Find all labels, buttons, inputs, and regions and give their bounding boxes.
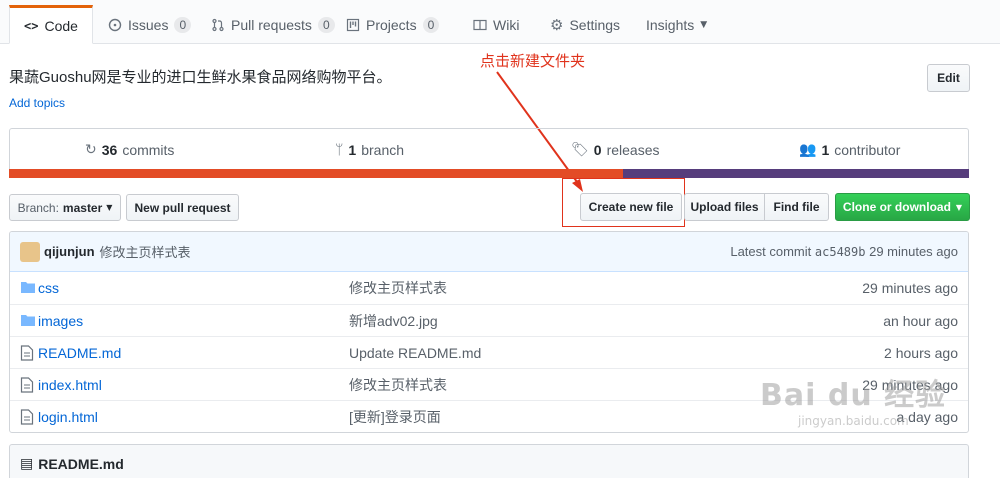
commit-author[interactable]: qijunjun	[44, 244, 95, 259]
file-icon	[20, 409, 34, 428]
branches-link[interactable]: ᛘ 1 branch	[335, 142, 404, 158]
tab-pull-requests[interactable]: Pull requests 0	[207, 6, 339, 44]
caret-down-icon: ▼	[955, 202, 963, 212]
file-commit-message[interactable]: [更新]登录页面	[349, 407, 441, 427]
tab-pull-requests-label: Pull requests	[231, 17, 312, 33]
branch-select-button[interactable]: Branch: master ▼	[9, 194, 121, 221]
latest-commit-info: Latest commit ac5489b 29 minutes ago	[730, 244, 958, 259]
file-commit-message[interactable]: 修改主页样式表	[349, 278, 447, 298]
branch-count: 1	[348, 142, 357, 158]
file-name[interactable]: css	[38, 280, 59, 296]
releases-count: 0	[593, 142, 602, 158]
commit-sha[interactable]: ac5489b	[815, 245, 866, 259]
commit-message[interactable]: 修改主页样式表	[100, 242, 191, 261]
tab-insights[interactable]: Insights ▼	[642, 6, 711, 44]
pr-icon	[212, 18, 224, 32]
releases-label: releases	[606, 142, 660, 158]
branch-icon: ᛘ	[335, 142, 344, 158]
latest-commit-label: Latest commit	[730, 244, 812, 259]
branch-select-name: master	[62, 200, 103, 215]
add-topics-link[interactable]: Add topics	[9, 96, 65, 110]
tab-code[interactable]: <> Code	[9, 5, 93, 44]
branch-select-prefix: Branch:	[17, 200, 59, 215]
commits-count: 36	[101, 142, 118, 158]
repo-description: 果蔬Guoshu网是专业的进口生鲜水果食品网络购物平台。	[9, 69, 392, 86]
contributors-link[interactable]: 👥 1 contributor	[799, 142, 900, 158]
clone-or-download-label: Clone or download	[842, 200, 951, 214]
tab-settings[interactable]: ⚙ Settings	[546, 6, 624, 44]
file-name[interactable]: index.html	[38, 377, 102, 393]
branch-label: branch	[361, 142, 405, 158]
latest-commit-bar: qijunjun 修改主页样式表 Latest commit ac5489b 2…	[10, 232, 968, 272]
history-icon: ↻	[85, 142, 97, 158]
create-new-file-button[interactable]: Create new file	[580, 193, 682, 221]
book-icon	[473, 19, 487, 31]
tab-projects[interactable]: Projects 0	[342, 6, 443, 44]
commits-label: commits	[122, 142, 175, 158]
people-icon: 👥	[799, 142, 817, 158]
readme-title[interactable]: README.md	[38, 456, 124, 472]
find-file-button[interactable]: Find file	[764, 193, 829, 221]
annotation-text: 点击新建文件夹	[480, 52, 586, 70]
contributor-count: 1	[821, 142, 830, 158]
tab-issues-label: Issues	[128, 17, 169, 33]
tag-icon: 🏷	[571, 142, 589, 158]
file-icon	[20, 345, 34, 364]
contributor-label: contributor	[834, 142, 901, 158]
commit-age: 29 minutes ago	[869, 244, 958, 259]
chevron-down-icon: ▼	[700, 20, 708, 30]
issues-counter: 0	[174, 17, 192, 33]
file-name[interactable]: images	[38, 313, 83, 329]
folder-icon	[20, 313, 36, 330]
file-icon	[20, 377, 34, 396]
readme-header: ▤ README.md	[9, 444, 969, 478]
table-row[interactable]: images 新增adv02.jpg an hour ago	[10, 304, 968, 336]
project-icon	[346, 18, 360, 32]
commits-link[interactable]: ↻ 36 commits	[85, 142, 174, 158]
file-commit-message[interactable]: 修改主页样式表	[349, 375, 447, 395]
language-bar-css	[623, 169, 969, 178]
tab-wiki-label: Wiki	[493, 17, 520, 33]
file-age: 2 hours ago	[884, 344, 958, 361]
gear-icon: ⚙	[550, 16, 564, 34]
file-age: an hour ago	[883, 312, 958, 329]
pull-requests-counter: 0	[317, 17, 335, 33]
projects-counter: 0	[422, 17, 440, 33]
file-age: 29 minutes ago	[862, 280, 958, 296]
edit-description-button[interactable]: Edit	[927, 64, 970, 92]
folder-icon	[20, 280, 36, 297]
tab-insights-label: Insights	[646, 17, 695, 33]
file-commit-message[interactable]: 新增adv02.jpg	[349, 311, 438, 331]
file-commit-message[interactable]: Update README.md	[349, 345, 481, 361]
book-icon: ▤	[20, 456, 34, 472]
baidu-jingyan-watermark: Bai du 经验 jingyan.baidu.com	[760, 370, 946, 428]
watermark-url: jingyan.baidu.com	[798, 414, 909, 428]
language-bar[interactable]	[9, 169, 969, 178]
file-name[interactable]: README.md	[38, 345, 121, 361]
table-row[interactable]: css 修改主页样式表 29 minutes ago	[10, 272, 968, 304]
tab-projects-label: Projects	[366, 17, 417, 33]
language-bar-html	[9, 169, 624, 178]
tab-code-label: Code	[44, 17, 78, 34]
repo-nav-tabs: <> Code Issues 0 Pull requests 0 Project…	[0, 0, 1000, 44]
new-pull-request-button[interactable]: New pull request	[126, 194, 239, 221]
table-row[interactable]: README.md Update README.md 2 hours ago	[10, 336, 968, 368]
watermark-brand: Bai du 经验	[760, 378, 947, 413]
file-name[interactable]: login.html	[38, 409, 98, 425]
caret-down-icon: ▼	[106, 203, 113, 212]
issue-icon	[108, 18, 122, 32]
avatar[interactable]	[20, 241, 40, 262]
tab-settings-label: Settings	[569, 17, 621, 33]
releases-link[interactable]: 🏷 0 releases	[571, 142, 660, 158]
tab-wiki[interactable]: Wiki	[469, 6, 523, 44]
upload-files-button[interactable]: Upload files	[684, 193, 765, 221]
code-icon: <>	[24, 18, 39, 33]
tab-issues[interactable]: Issues 0	[104, 6, 195, 44]
clone-or-download-button[interactable]: Clone or download ▼	[835, 193, 970, 221]
